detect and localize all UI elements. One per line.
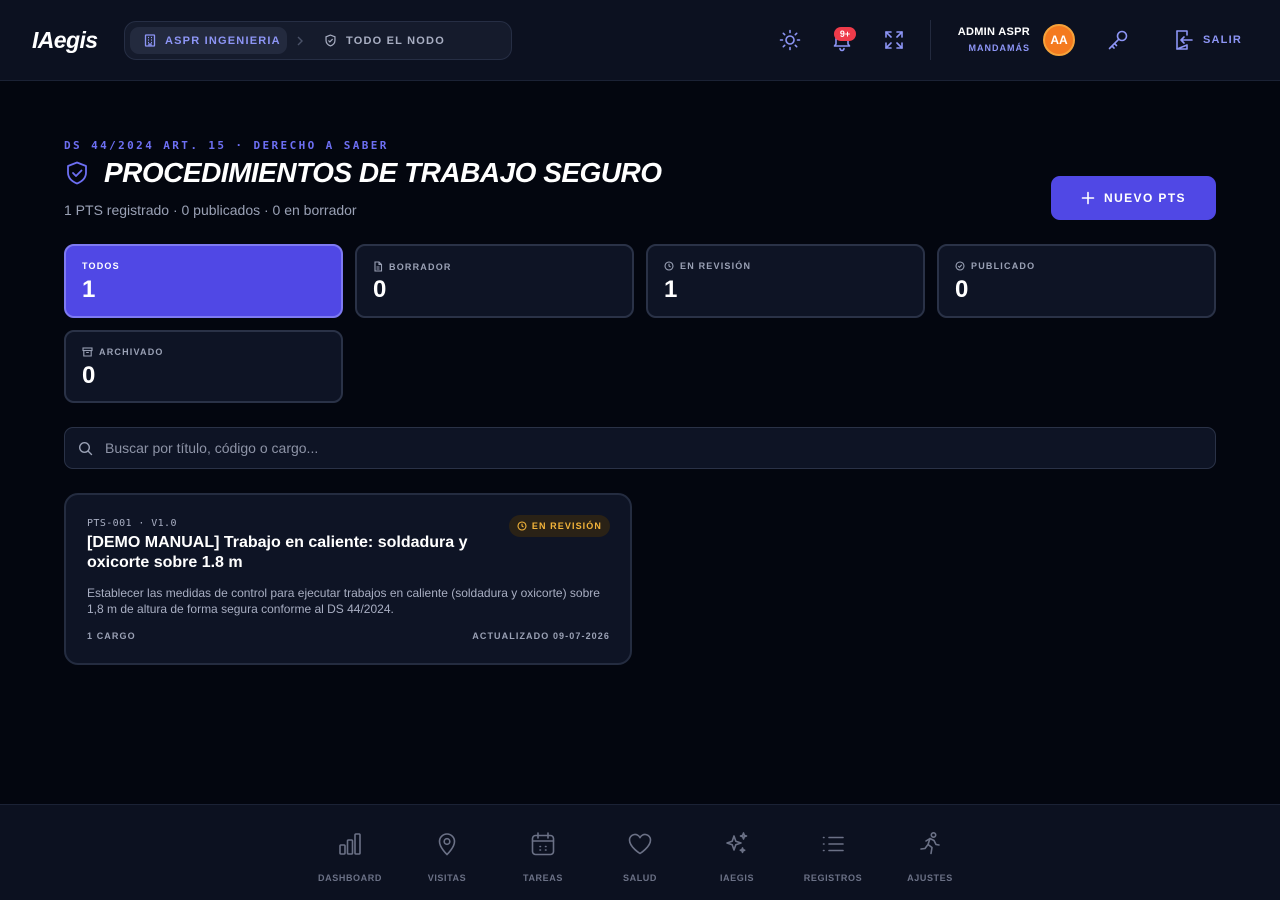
clock-icon [664,261,674,271]
stat-label-archivado: ARCHIVADO [82,347,164,357]
stat-value-publicado: 0 [955,276,969,303]
archive-icon [82,347,93,357]
regulation-eyebrow: DS 44/2024 ART. 15 · DERECHO A SABER [64,139,389,152]
new-pts-button[interactable]: NUEVO PTS [1051,176,1216,220]
nav-salud-label: SALUD [623,873,657,883]
stat-value-borrador: 0 [373,276,387,303]
building-icon [144,34,156,47]
avatar[interactable]: AA [1043,24,1075,56]
stat-label-todos: TODOS [82,261,120,271]
calendar-icon [531,832,555,856]
chevron-right-icon [297,36,303,46]
stat-card-en-revision[interactable]: EN REVISIÓN 1 [646,244,925,318]
pts-title: [DEMO MANUAL] Trabajo en caliente: solda… [87,534,468,571]
nav-iaegis[interactable]: IAEGIS [689,805,785,900]
nav-visitas[interactable]: VISITAS [399,805,495,900]
search-input[interactable] [105,428,1205,468]
nav-ajustes-label: AJUSTES [907,873,953,883]
page-title: PROCEDIMIENTOS DE TRABAJO SEGURO [104,157,662,188]
stat-label-publicado-text: PUBLICADO [971,261,1036,271]
pts-card[interactable]: PTS-001 · V1.0 EN REVISIÓN [DEMO MANUAL]… [64,493,632,665]
page-title-row: PROCEDIMIENTOS DE TRABAJO SEGURO [64,157,662,189]
stat-label-publicado: PUBLICADO [955,261,1035,271]
status-badge-label: EN REVISIÓN [531,521,602,531]
new-pts-label: NUEVO PTS [1104,191,1186,205]
stat-label-borrador: BORRADOR [373,261,452,272]
notification-badge: 9+ [834,27,856,41]
nav-dashboard[interactable]: DASHBOARD [302,805,398,900]
logout-button[interactable]: SALIR [1172,28,1242,52]
stat-label-todos-text: TODOS [82,261,120,271]
sparkles-icon [726,832,748,854]
bar-chart-icon [339,833,361,855]
document-icon [374,261,383,272]
user-name: ADMIN ASPR [957,26,1030,38]
nav-salud[interactable]: SALUD [592,805,688,900]
bottom-nav: DASHBOARD VISITAS TAREAS SALUD IAEGIS RE… [0,804,1280,900]
clock-icon [517,521,527,531]
map-pin-icon [438,833,456,856]
breadcrumb-company-label: ASPR INGENIERIA [165,34,281,47]
pts-description: Establecer las medidas de control para e… [87,586,600,616]
stat-card-borrador[interactable]: BORRADOR 0 [355,244,634,318]
stat-value-archivado: 0 [82,362,96,389]
stat-label-archivado-text: ARCHIVADO [99,347,164,357]
shield-check-icon [67,161,87,185]
stat-card-todos[interactable]: TODOS 1 [64,244,343,318]
logout-label: SALIR [1203,34,1242,46]
page-subtitle: 1 PTS registrado · 0 publicados · 0 en b… [64,202,357,218]
nav-tareas[interactable]: TAREAS [495,805,591,900]
breadcrumb-scope-label: TODO EL NODO [346,34,445,47]
pts-code: PTS-001 · V1.0 [87,518,177,529]
expand-icon[interactable] [882,28,906,52]
stat-card-archivado[interactable]: ARCHIVADO 0 [64,330,343,403]
nav-dashboard-label: DASHBOARD [318,873,382,883]
key-icon[interactable] [1106,28,1130,52]
search-bar [64,427,1216,469]
runner-icon [920,831,940,855]
stat-label-en-revision-text: EN REVISIÓN [680,261,752,271]
pts-updated: ACTUALIZADO 09-07-2026 [472,631,610,641]
stat-card-publicado[interactable]: PUBLICADO 0 [937,244,1216,318]
nav-visitas-label: VISITAS [427,873,467,883]
sun-icon[interactable] [778,28,802,52]
breadcrumb-company[interactable]: ASPR INGENIERIA [130,27,287,54]
heart-icon [628,833,652,855]
shield-icon [325,34,336,47]
user-role: MANDAMÁS [968,43,1030,53]
breadcrumb-scope[interactable]: TODO EL NODO [324,27,445,54]
pts-roles-count: 1 CARGO [87,631,136,641]
breadcrumb: ASPR INGENIERIA TODO EL NODO [124,21,512,60]
nav-ajustes[interactable]: AJUSTES [882,805,978,900]
list-icon [822,836,844,852]
top-header: IAegis ASPR INGENIERIA TODO EL NODO 9+ A… [0,0,1280,81]
nav-iaegis-label: IAEGIS [719,873,755,883]
stat-label-en-revision: EN REVISIÓN [664,261,751,271]
stat-label-borrador-text: BORRADOR [389,261,452,272]
nav-registros-label: REGISTROS [803,873,863,883]
app-logo[interactable]: IAegis [32,27,98,54]
header-divider [930,20,931,60]
search-icon [78,441,93,456]
stat-value-todos: 1 [82,276,96,303]
nav-registros[interactable]: REGISTROS [785,805,881,900]
plus-icon [1081,191,1095,205]
stat-value-en-revision: 1 [664,276,678,303]
nav-tareas-label: TAREAS [523,873,563,883]
logout-icon [1176,30,1193,50]
status-badge: EN REVISIÓN [508,515,610,537]
check-circle-icon [955,261,965,271]
